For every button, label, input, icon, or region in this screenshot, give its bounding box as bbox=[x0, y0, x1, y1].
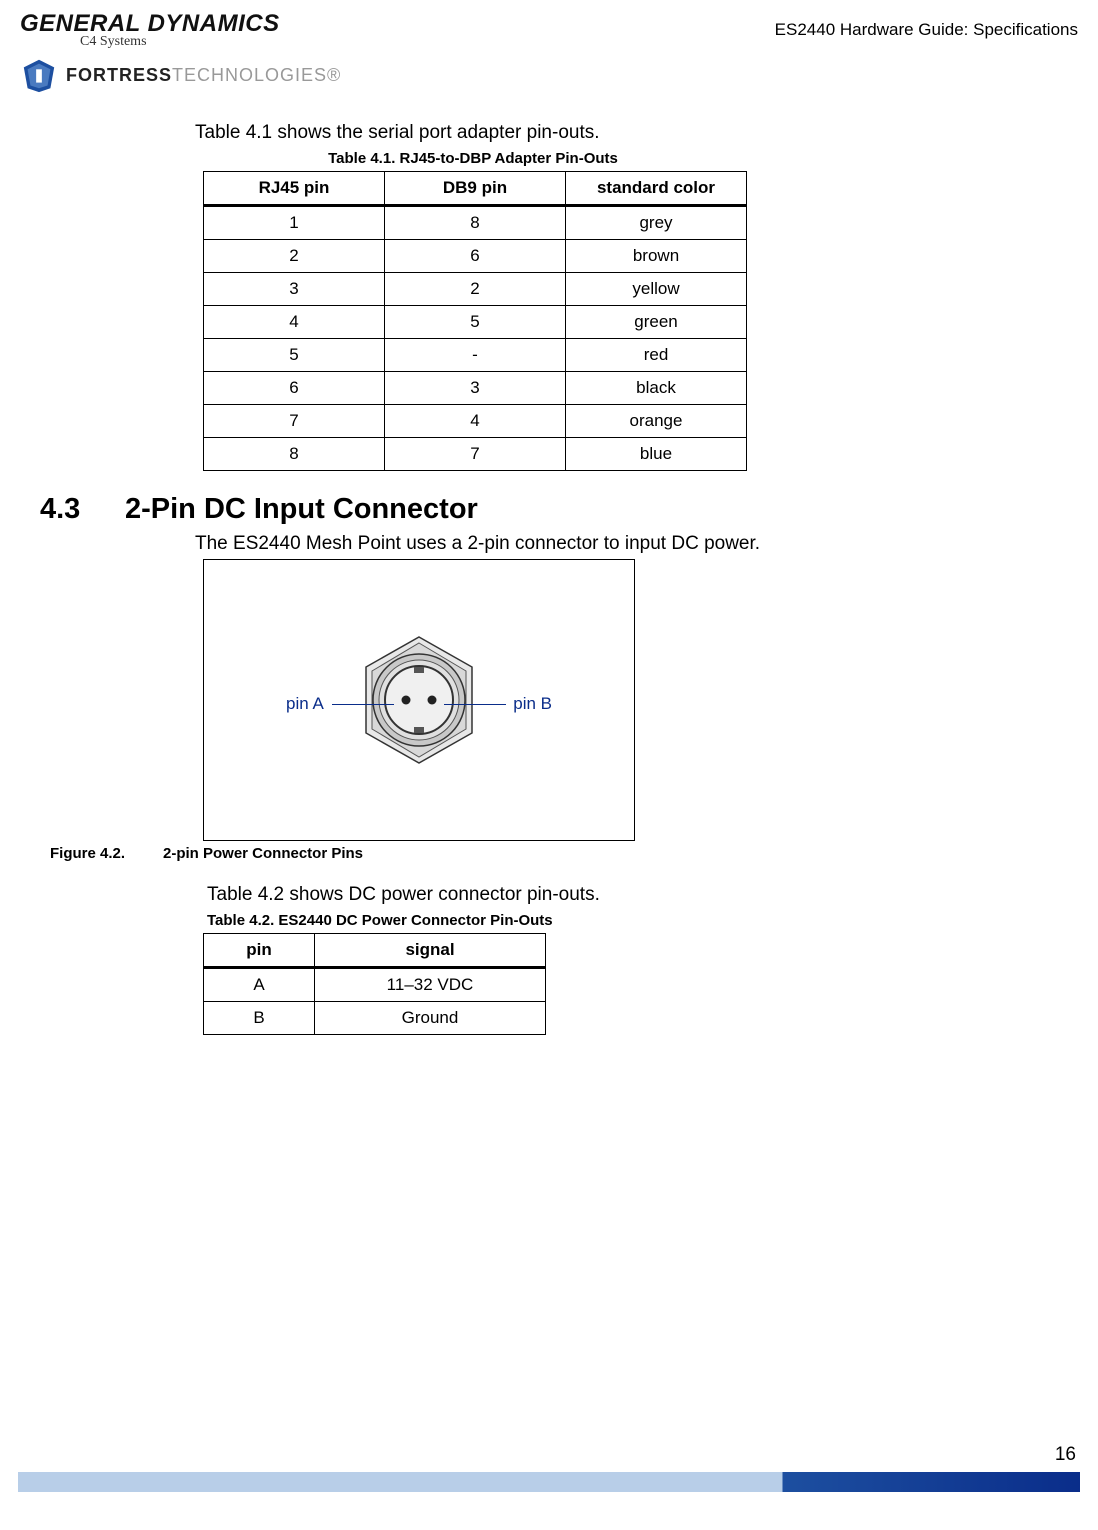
section-body: The ES2440 Mesh Point uses a 2-pin conne… bbox=[195, 532, 815, 557]
table-row: 18grey bbox=[204, 206, 747, 240]
table-row: 5-red bbox=[204, 339, 747, 372]
cell: blue bbox=[566, 438, 747, 471]
cell: 2 bbox=[204, 240, 385, 273]
cell: 6 bbox=[385, 240, 566, 273]
section-number: 4.3 bbox=[40, 493, 125, 526]
cell: 11–32 VDC bbox=[315, 967, 546, 1001]
table-row: 26brown bbox=[204, 240, 747, 273]
page: ES2440 Hardware Guide: Specifications GE… bbox=[0, 0, 1098, 1510]
col-header: signal bbox=[315, 933, 546, 967]
section-title: 2-Pin DC Input Connector bbox=[125, 493, 478, 526]
figure-caption: Figure 4.2. 2-pin Power Connector Pins bbox=[0, 845, 1098, 862]
cell: 8 bbox=[204, 438, 385, 471]
content-area: Table 4.1 shows the serial port adapter … bbox=[195, 122, 998, 471]
table-row: BGround bbox=[204, 1001, 546, 1034]
cell: 5 bbox=[204, 339, 385, 372]
figure-number: Figure 4.2. bbox=[50, 845, 163, 862]
connector-icon bbox=[344, 625, 494, 775]
fortress-bold: FORTRESS bbox=[66, 65, 172, 85]
cell: 5 bbox=[385, 306, 566, 339]
table-row: 45green bbox=[204, 306, 747, 339]
col-header: standard color bbox=[566, 172, 747, 206]
page-number: 16 bbox=[1055, 1444, 1076, 1466]
col-header: DB9 pin bbox=[385, 172, 566, 206]
section-heading: 4.3 2-Pin DC Input Connector bbox=[0, 493, 1098, 526]
pin-a-label: pin A bbox=[286, 694, 324, 714]
cell: yellow bbox=[566, 273, 747, 306]
cell: 6 bbox=[204, 372, 385, 405]
table-pinout-2: pin signal A11–32 VDC BGround bbox=[203, 933, 546, 1035]
table-row: 74orange bbox=[204, 405, 747, 438]
cell: black bbox=[566, 372, 747, 405]
table-header-row: RJ45 pin DB9 pin standard color bbox=[204, 172, 747, 206]
col-header: pin bbox=[204, 933, 315, 967]
col-header: RJ45 pin bbox=[204, 172, 385, 206]
cell: orange bbox=[566, 405, 747, 438]
table-row: A11–32 VDC bbox=[204, 967, 546, 1001]
table-row: 63black bbox=[204, 372, 747, 405]
pin-a-line bbox=[332, 704, 394, 706]
pin-b-label: pin B bbox=[513, 694, 552, 714]
shield-icon bbox=[20, 56, 58, 94]
cell: B bbox=[204, 1001, 315, 1034]
cell: brown bbox=[566, 240, 747, 273]
cell: 3 bbox=[385, 372, 566, 405]
cell: grey bbox=[566, 206, 747, 240]
pin-b-line bbox=[444, 704, 506, 706]
cell: 3 bbox=[204, 273, 385, 306]
table2-caption: Table 4.2. ES2440 DC Power Connector Pin… bbox=[203, 912, 567, 929]
table-row: 32yellow bbox=[204, 273, 747, 306]
figure-box: pin A pin B bbox=[203, 559, 635, 841]
cell: 7 bbox=[385, 438, 566, 471]
table-header-row: pin signal bbox=[204, 933, 546, 967]
figure-title: 2-pin Power Connector Pins bbox=[163, 845, 363, 862]
cell: - bbox=[385, 339, 566, 372]
cell: green bbox=[566, 306, 747, 339]
cell: 7 bbox=[204, 405, 385, 438]
table-row: 87blue bbox=[204, 438, 747, 471]
cell: 1 bbox=[204, 206, 385, 240]
doc-title: ES2440 Hardware Guide: Specifications bbox=[775, 20, 1078, 40]
intro-text-1: Table 4.1 shows the serial port adapter … bbox=[195, 122, 998, 144]
table1-caption: Table 4.1. RJ45-to-DBP Adapter Pin-Outs bbox=[195, 150, 751, 167]
table2-block: Table 4.2 shows DC power connector pin-o… bbox=[195, 884, 998, 1035]
cell: 4 bbox=[385, 405, 566, 438]
fortress-light: TECHNOLOGIES bbox=[172, 65, 327, 85]
cell: A bbox=[204, 967, 315, 1001]
cell: red bbox=[566, 339, 747, 372]
cell: 8 bbox=[385, 206, 566, 240]
section-body-wrap: The ES2440 Mesh Point uses a 2-pin conne… bbox=[195, 532, 998, 841]
cell: Ground bbox=[315, 1001, 546, 1034]
cell: 2 bbox=[385, 273, 566, 306]
intro-text-2: Table 4.2 shows DC power connector pin-o… bbox=[207, 884, 998, 906]
fortress-logo-row: FORTRESSTECHNOLOGIES® bbox=[20, 56, 1098, 94]
table-pinout-1: RJ45 pin DB9 pin standard color 18grey 2… bbox=[203, 171, 747, 471]
cell: 4 bbox=[204, 306, 385, 339]
fortress-text: FORTRESSTECHNOLOGIES® bbox=[66, 65, 341, 86]
footer-bar bbox=[18, 1472, 1080, 1492]
